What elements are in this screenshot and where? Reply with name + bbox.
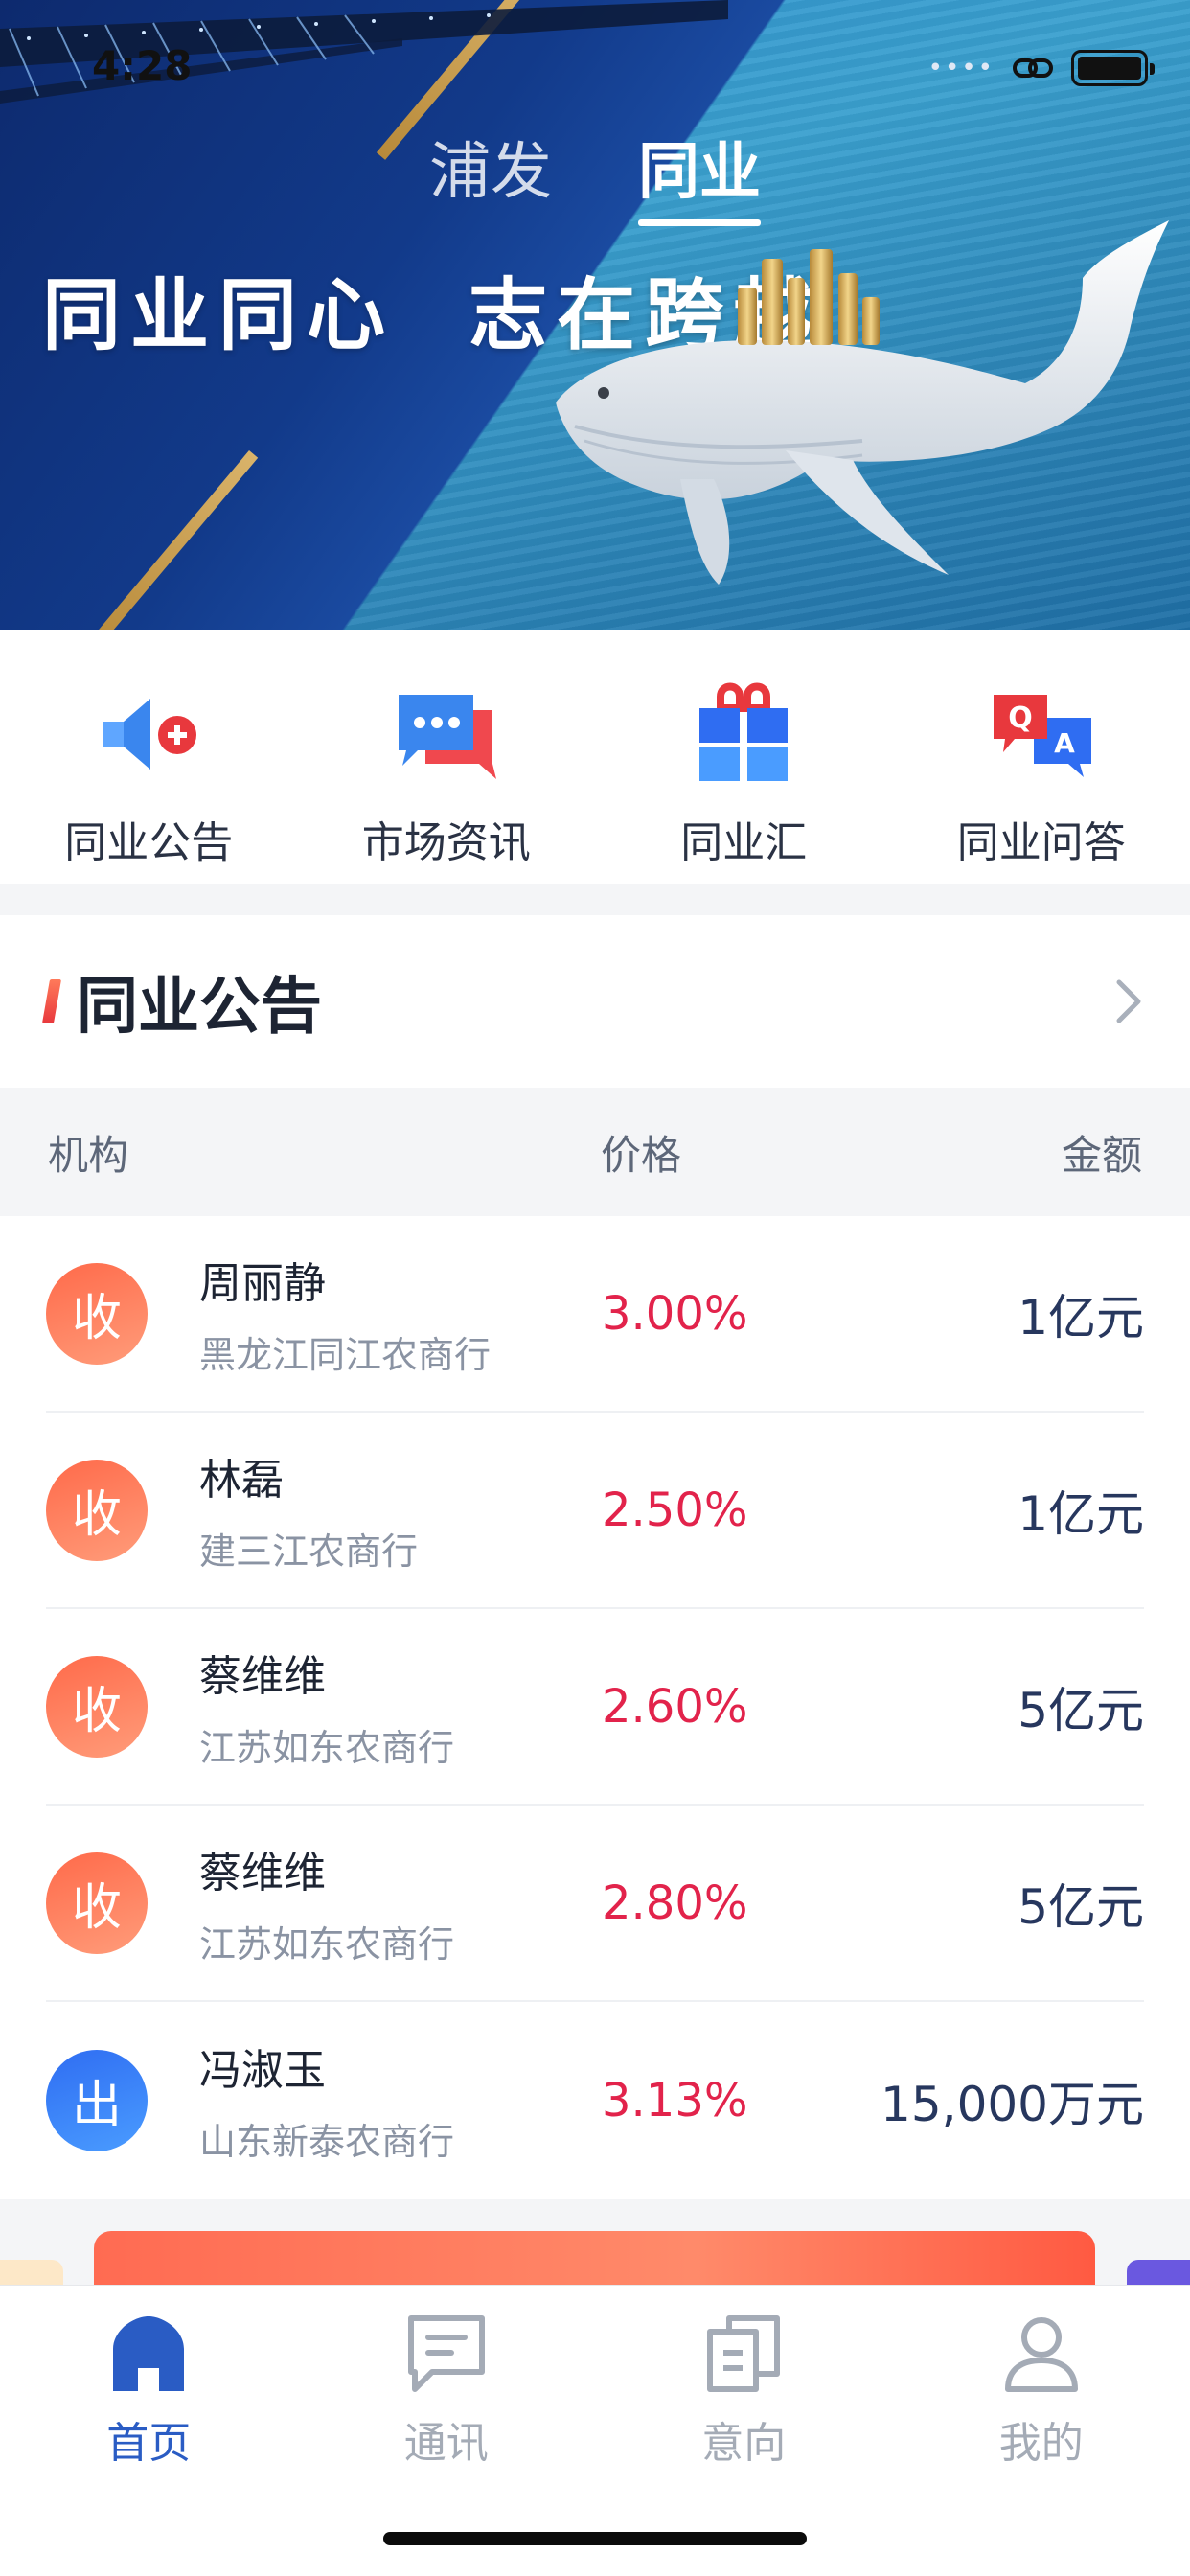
amount-value: 5亿元 [1018,1878,1144,1935]
link-icon [1013,58,1053,78]
tab-label: 首页 [106,2419,192,2468]
price-value: 2.50% [602,1483,748,1537]
hero-banner[interactable]: 4:28 •••• 浦发 同业 同业同心 志在跨越 [0,0,1190,630]
receive-badge: 收 [46,1852,148,1954]
amount-value: 1亿元 [1018,1485,1144,1542]
institution-name: 黑龙江同江农商行 [199,1334,492,1376]
tab-pufa[interactable]: 浦发 [429,123,552,226]
price-value: 3.13% [602,2073,748,2128]
receive-badge: 收 [46,1655,148,1758]
chevron-right-icon[interactable] [1110,973,1148,1030]
tab-home[interactable]: 首页 [0,2286,298,2576]
home-indicator[interactable] [383,2532,807,2545]
person-name: 周丽静 [199,1259,326,1308]
person-name: 蔡维维 [199,1849,326,1898]
out-badge: 出 [46,2049,148,2151]
amount-value: 1亿元 [1018,1289,1144,1346]
table-row[interactable]: 收 周丽静 黑龙江同江农商行 3.00% 1亿元 [46,1216,1144,1413]
megaphone-icon [103,699,197,770]
person-name: 林磊 [199,1456,284,1505]
quick-label: 同业汇 [680,818,808,867]
status-icons: •••• [927,50,1155,86]
receive-badge: 收 [46,1459,148,1561]
chat-bubbles-icon [398,695,496,779]
quick-item-tongye-hui[interactable]: 同业汇 [595,630,893,884]
column-price: 价格 [601,1131,682,1179]
profile-icon [1004,2317,1078,2392]
person-name: 冯淑玉 [199,2046,326,2095]
price-value: 2.80% [602,1875,748,1930]
home-icon [113,2316,185,2391]
announcements-card: 同业公告 机构 价格 金额 收 周丽静 黑龙江同江农商行 3.00% 1亿元 收… [0,915,1190,2199]
table-row[interactable]: 收 林磊 建三江农商行 2.50% 1亿元 [46,1413,1144,1609]
institution-name: 山东新泰农商行 [199,2121,455,2163]
announcements-title: 同业公告 [77,972,322,1043]
tab-label: 意向 [701,2419,787,2468]
column-org: 机构 [48,1131,129,1179]
tab-profile[interactable]: 我的 [893,2286,1190,2576]
quick-item-market-news[interactable]: 市场资讯 [298,630,596,884]
message-icon [407,2315,485,2392]
intent-icon [707,2315,781,2392]
table-header: 机构 价格 金额 [0,1088,1190,1216]
title-accent-bar [41,979,62,1024]
receive-badge: 收 [46,1262,148,1365]
battery-icon [1071,50,1155,86]
qa-bubbles-icon: Q A [993,695,1091,777]
table-row[interactable]: 收 蔡维维 江苏如东农商行 2.60% 5亿元 [46,1609,1144,1806]
amount-value: 5亿元 [1018,1682,1144,1738]
announcements-header[interactable]: 同业公告 [0,915,1190,1088]
price-value: 2.60% [602,1679,748,1734]
svg-text:Q: Q [1008,702,1033,735]
price-value: 3.00% [602,1286,748,1341]
person-name: 蔡维维 [199,1652,326,1701]
institution-name: 江苏如东农商行 [199,1923,455,1966]
quick-label: 同业问答 [956,818,1126,867]
amount-value: 15,000万元 [881,2076,1144,2132]
gift-box-icon [699,682,789,781]
svg-text:A: A [1054,727,1075,759]
tab-label: 通讯 [403,2419,489,2468]
announcements-list: 收 周丽静 黑龙江同江农商行 3.00% 1亿元 收 林磊 建三江农商行 2.5… [0,1216,1190,2198]
whale-illustration [556,220,1169,585]
tab-label: 我的 [998,2419,1084,2468]
status-time: 4:28 [92,42,193,89]
institution-name: 建三江农商行 [199,1530,419,1573]
tab-tongye[interactable]: 同业 [638,123,761,226]
quick-item-announcements[interactable]: 同业公告 [0,630,298,884]
quick-label: 市场资讯 [361,818,531,867]
quick-item-qa[interactable]: Q A 同业问答 [893,630,1190,884]
table-row[interactable]: 出 冯淑玉 山东新泰农商行 3.13% 15,000万元 [46,2002,1144,2198]
quick-menu: 同业公告 市场资讯 同业汇 Q A 同业问答 [0,630,1190,884]
signal-icon: •••• [927,54,995,82]
quick-label: 同业公告 [64,818,234,867]
column-amount: 金额 [1061,1131,1142,1179]
table-row[interactable]: 收 蔡维维 江苏如东农商行 2.80% 5亿元 [46,1806,1144,2002]
institution-name: 江苏如东农商行 [199,1727,455,1769]
top-tabs: 浦发 同业 [0,123,1190,226]
